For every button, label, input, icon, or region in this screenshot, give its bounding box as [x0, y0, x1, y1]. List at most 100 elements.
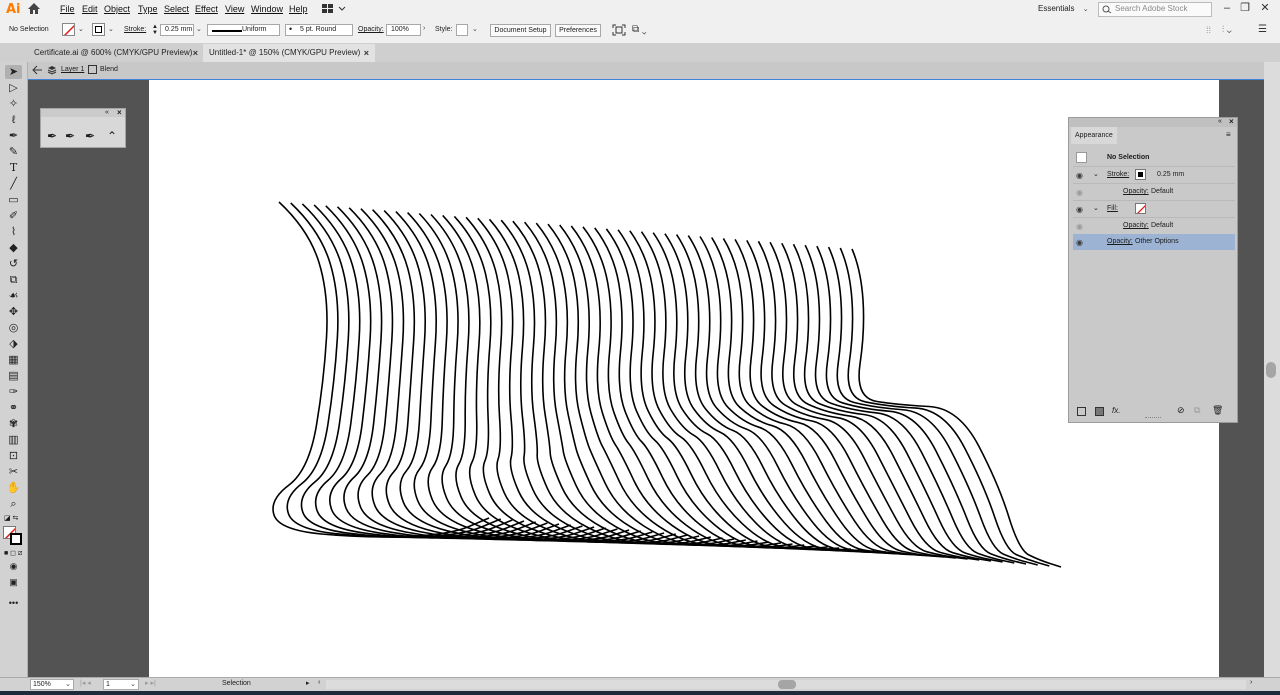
collapse-icon[interactable]: « — [105, 109, 109, 116]
lasso-tool-icon[interactable]: ℓ — [5, 113, 22, 127]
menu-view[interactable]: View — [225, 4, 244, 14]
add-new-stroke-icon[interactable] — [1077, 407, 1086, 416]
pen-tool-icon[interactable]: ✒ — [47, 129, 57, 143]
screen-mode-icon[interactable]: ▣ — [5, 575, 22, 589]
home-icon[interactable] — [27, 2, 41, 17]
artboard[interactable] — [149, 80, 1219, 677]
opacity-input[interactable]: 100% — [386, 24, 421, 36]
brush-definition[interactable]: • 5 pt. Round — [285, 24, 353, 36]
chevron-right-icon[interactable]: ▸ — [306, 679, 310, 687]
slice-tool-icon[interactable]: ✂ — [5, 465, 22, 479]
chevron-down-icon[interactable]: ⌄ — [472, 25, 478, 33]
panel-grip[interactable] — [41, 109, 125, 117]
fill-row[interactable]: ◉ ⌄ Fill: — [1073, 201, 1235, 218]
eraser-tool-icon[interactable]: ◆ — [5, 241, 22, 255]
hand-tool-icon[interactable]: ✋ — [5, 481, 22, 495]
blend-line[interactable] — [827, 246, 1038, 566]
tab-untitled[interactable]: Untitled-1* @ 150% (CMYK/GPU Preview) × — [203, 44, 375, 62]
menu-help[interactable]: Help — [289, 4, 308, 14]
delete-anchor-point-tool-icon[interactable]: ✒ — [85, 129, 95, 143]
close-window-button[interactable]: ✕ — [1257, 1, 1273, 15]
fill-label[interactable]: Fill: — [1107, 205, 1118, 212]
close-icon[interactable]: × — [1229, 117, 1234, 126]
stroke-label[interactable]: Stroke: — [124, 26, 146, 33]
add-anchor-point-tool-icon[interactable]: ✒ — [65, 129, 75, 143]
pen-tool-icon[interactable]: ✒ — [5, 129, 22, 143]
object-opacity-row[interactable]: ◉ Opacity: Other Options — [1073, 234, 1235, 250]
panel-menu-icon[interactable]: ≡ — [1226, 130, 1231, 139]
mesh-tool-icon[interactable]: ▦ — [5, 353, 22, 367]
panel-menu-icon[interactable]: ☰ — [1258, 24, 1267, 35]
isolate-object-icon[interactable] — [612, 24, 626, 38]
magic-wand-tool-icon[interactable]: ✧ — [5, 97, 22, 111]
align-icon[interactable]: ⁞⁞ — [1206, 25, 1211, 35]
shape-builder-tool-icon[interactable]: ◎ — [5, 321, 22, 335]
stroke-row[interactable]: ◉ ⌄ Stroke: 0.25 mm — [1073, 167, 1235, 184]
chevron-down-icon[interactable]: ⌄ — [196, 25, 202, 33]
close-icon[interactable]: × — [364, 44, 369, 62]
opacity-label[interactable]: Opacity: — [1123, 222, 1149, 229]
duplicate-item-icon[interactable]: ⧉ — [1194, 405, 1200, 416]
opacity-label[interactable]: Opacity: — [1123, 188, 1149, 195]
rotate-tool-icon[interactable]: ↺ — [5, 257, 22, 271]
blend-artwork[interactable] — [149, 80, 1219, 677]
menu-type[interactable]: Type — [138, 4, 158, 14]
blend-line[interactable] — [500, 219, 711, 545]
chevron-down-icon[interactable]: ⌄ — [1093, 204, 1099, 212]
visibility-eye-icon[interactable]: ◉ — [1076, 205, 1083, 214]
anchor-point-tool-icon[interactable]: ⌃ — [107, 129, 117, 143]
opacity-label[interactable]: Opacity: — [1107, 238, 1133, 245]
breadcrumb-group[interactable]: Blend — [100, 66, 118, 73]
menu-effect[interactable]: Effect — [195, 4, 218, 14]
visibility-eye-icon[interactable]: ◉ — [1076, 222, 1083, 231]
chevron-right-icon[interactable]: › — [1250, 679, 1252, 686]
opacity-label[interactable]: Opacity: — [358, 26, 384, 33]
stroke-label[interactable]: Stroke: — [1107, 171, 1129, 178]
back-arrow-icon[interactable] — [31, 65, 43, 77]
chevron-down-icon[interactable]: ⌄ — [130, 680, 136, 688]
artboard-number-field[interactable]: 1 ⌄ — [103, 679, 139, 690]
visibility-eye-icon[interactable]: ◉ — [1076, 238, 1083, 247]
line-tool-icon[interactable]: ╱ — [5, 177, 22, 191]
menu-file[interactable]: File — [60, 4, 75, 14]
stroke-weight-input[interactable]: 0.25 mm — [160, 24, 194, 36]
collapse-icon[interactable]: « — [1218, 118, 1222, 125]
blend-line[interactable] — [286, 202, 502, 538]
visibility-eye-icon[interactable]: ◉ — [1076, 188, 1083, 197]
chevron-right-icon[interactable]: › — [423, 25, 425, 32]
fill-opacity-row[interactable]: ◉ Opacity: Default — [1073, 218, 1235, 235]
artboard-tool-icon[interactable]: ⊡ — [5, 449, 22, 463]
default-colors-icon[interactable]: ◪ ⇆ — [4, 514, 18, 522]
blend-tool-icon[interactable]: ⚭ — [5, 401, 22, 415]
transform-icon[interactable]: ⧉ ⌄ — [632, 24, 647, 35]
scale-tool-icon[interactable]: ⧉ — [5, 273, 22, 287]
first-artboard-icon[interactable]: |◂ ◂ — [80, 679, 91, 687]
vertical-scroll-thumb[interactable] — [1266, 362, 1276, 378]
chevron-down-icon[interactable]: ⌄ — [78, 25, 84, 33]
clear-appearance-icon[interactable]: ⊘ — [1177, 405, 1185, 416]
blend-line[interactable] — [675, 234, 886, 553]
style-swatch[interactable] — [456, 24, 468, 36]
fill-swatch[interactable] — [62, 23, 75, 36]
stroke-stepper-icon[interactable]: ▲ ▼ — [152, 24, 158, 36]
close-icon[interactable]: × — [193, 44, 198, 62]
eyedropper-tool-icon[interactable]: ✑ — [5, 385, 22, 399]
trash-icon[interactable]: 🗑 — [1212, 405, 1223, 416]
blend-line[interactable] — [839, 247, 1050, 567]
stroke-value[interactable]: 0.25 mm — [1157, 171, 1184, 178]
type-tool-icon[interactable]: T — [5, 161, 22, 175]
color-mode-icons[interactable]: ■ ◻ ⧄ — [4, 549, 22, 558]
appearance-tab[interactable]: Appearance — [1071, 127, 1117, 144]
document-setup-button[interactable]: Document Setup — [490, 24, 551, 37]
breadcrumb-layer[interactable]: Layer 1 — [61, 66, 84, 73]
zoom-tool-icon[interactable]: ⌕ — [5, 497, 22, 511]
stroke-swatch[interactable] — [92, 23, 105, 36]
stroke-color-swatch[interactable] — [1135, 169, 1146, 180]
tab-certificate[interactable]: Certificate.ai @ 600% (CMYK/GPU Preview)… — [28, 44, 204, 62]
selection-tool-icon[interactable]: ➤ — [5, 65, 22, 79]
blend-line[interactable] — [336, 206, 548, 540]
menu-object[interactable]: Object — [104, 4, 130, 14]
chevron-down-icon[interactable]: ⌄ — [65, 680, 71, 688]
add-new-fill-icon[interactable] — [1095, 407, 1104, 416]
blend-line[interactable] — [395, 211, 606, 542]
